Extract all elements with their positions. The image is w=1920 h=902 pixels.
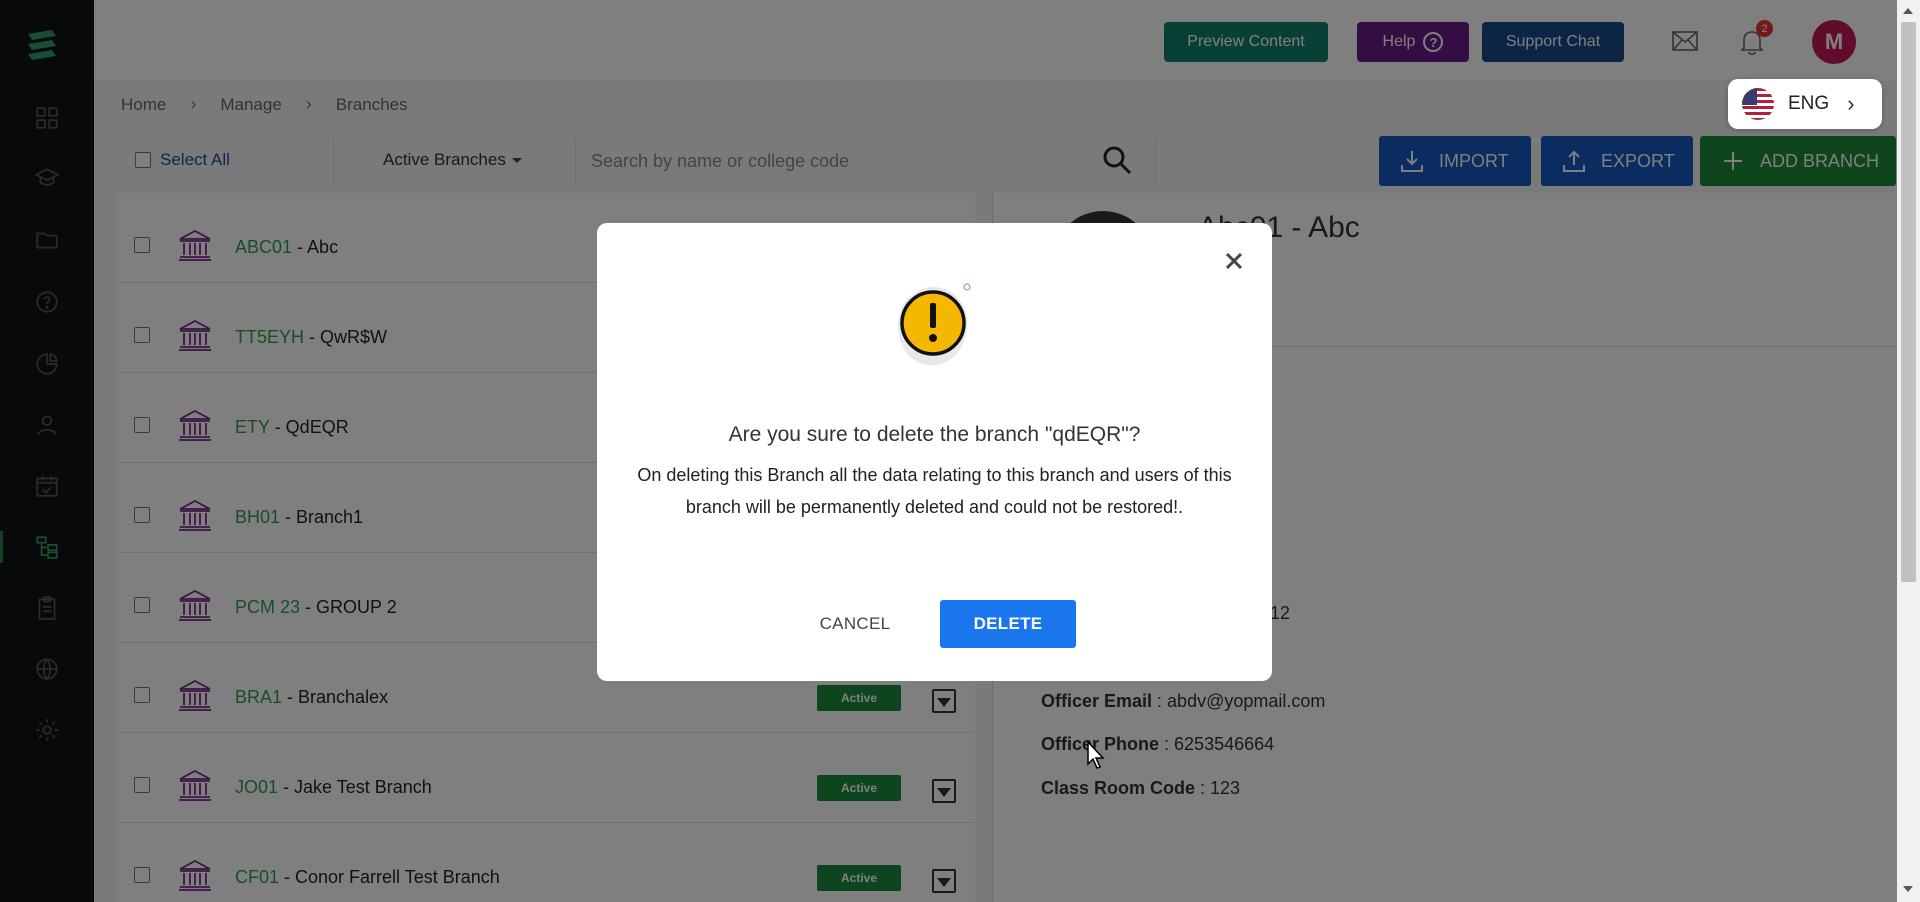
mouse-cursor-icon [1087,740,1105,769]
scroll-down-icon[interactable] [1903,886,1913,892]
delete-button[interactable]: DELETE [940,600,1076,648]
language-selector[interactable]: ENG › [1728,79,1882,129]
close-icon[interactable] [1222,249,1246,273]
vertical-scrollbar[interactable] [1897,0,1920,902]
language-label: ENG [1788,93,1830,114]
scrollbar-thumb[interactable] [1901,22,1916,582]
scroll-up-icon[interactable] [1903,8,1913,14]
warning-icon [898,283,971,366]
chevron-right-icon: › [1847,91,1855,116]
dialog-message: On deleting this Branch all the data rel… [637,465,1232,517]
cancel-button[interactable]: CANCEL [805,601,905,647]
us-flag-icon [1742,88,1774,120]
delete-confirm-dialog: Are you sure to delete the branch "qdEQR… [597,223,1272,681]
dialog-title: Are you sure to delete the branch "qdEQR… [728,423,1141,446]
